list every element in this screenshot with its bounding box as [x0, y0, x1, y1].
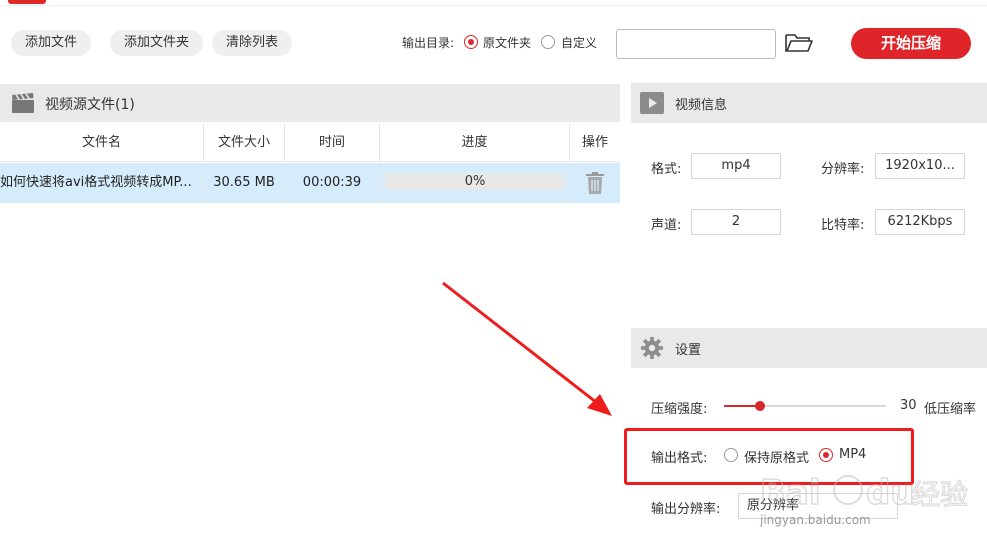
toolbar: 添加文件 添加文件夹 清除列表 输出目录: 原文件夹 自定义 开始压缩	[0, 18, 987, 68]
column-time: 时间	[285, 124, 380, 162]
add-file-button[interactable]: 添加文件	[11, 30, 92, 56]
format-label: 格式:	[651, 162, 682, 177]
column-action: 操作	[581, 135, 608, 150]
title-strip	[0, 0, 987, 6]
start-compress-button[interactable]: 开始压缩	[851, 28, 971, 59]
column-filename: 文件名	[0, 124, 204, 162]
file-table-header: 文件名 文件大小 时间 进度 操作	[0, 124, 620, 162]
compression-value: 30	[900, 398, 917, 413]
watermark-url: jingyan.baidu.com	[760, 513, 871, 527]
trash-icon[interactable]	[585, 172, 605, 194]
clapperboard-icon	[12, 93, 34, 113]
compression-hint: 低压缩率	[924, 402, 977, 417]
app-logo	[8, 0, 46, 4]
column-progress: 进度	[380, 124, 570, 162]
source-panel-title: 视频源文件(1)	[45, 97, 135, 113]
video-info-title: 视频信息	[675, 98, 728, 113]
settings-header: 设置	[631, 328, 987, 368]
row-filename: 如何快速将avi格式视频转成MP...	[0, 163, 204, 203]
svg-text:经验: 经验	[912, 478, 968, 511]
open-folder-icon[interactable]	[784, 32, 814, 54]
settings-title: 设置	[675, 343, 702, 358]
compression-slider-thumb[interactable]	[755, 401, 766, 411]
bitrate-label: 比特率:	[821, 218, 865, 233]
svg-text:du: du	[866, 473, 915, 513]
output-original-radio[interactable]	[464, 35, 478, 49]
table-row[interactable]: 如何快速将avi格式视频转成MP... 30.65 MB 00:00:39 0%	[0, 163, 620, 203]
output-custom-label[interactable]: 自定义	[561, 34, 597, 51]
output-original-label[interactable]: 原文件夹	[483, 34, 531, 51]
channel-value: 2	[691, 209, 781, 235]
output-custom-radio[interactable]	[541, 35, 555, 49]
output-resolution-label: 输出分辨率:	[651, 502, 721, 517]
baidu-watermark-logo: Bai du 经验	[760, 472, 969, 514]
bitrate-value: 6212Kbps	[875, 209, 965, 235]
resolution-label: 分辨率:	[821, 162, 865, 177]
output-dir-label: 输出目录:	[402, 36, 455, 50]
output-path-input[interactable]	[616, 29, 776, 59]
video-play-icon	[640, 92, 664, 114]
video-info-header: 视频信息	[631, 83, 987, 123]
progress-text: 0%	[464, 174, 486, 189]
gear-icon	[641, 337, 663, 359]
column-size: 文件大小	[204, 124, 285, 162]
resolution-value: 1920x10...	[875, 153, 965, 179]
row-duration: 00:00:39	[285, 163, 380, 203]
clear-list-button[interactable]: 清除列表	[212, 30, 293, 56]
compression-label: 压缩强度:	[651, 402, 708, 417]
channel-label: 声道:	[651, 218, 682, 233]
svg-text:Bai: Bai	[760, 473, 821, 513]
row-size: 30.65 MB	[204, 163, 285, 203]
source-panel-header: 视频源文件(1)	[0, 84, 620, 122]
add-folder-button[interactable]: 添加文件夹	[110, 30, 204, 56]
format-value: mp4	[691, 153, 781, 179]
